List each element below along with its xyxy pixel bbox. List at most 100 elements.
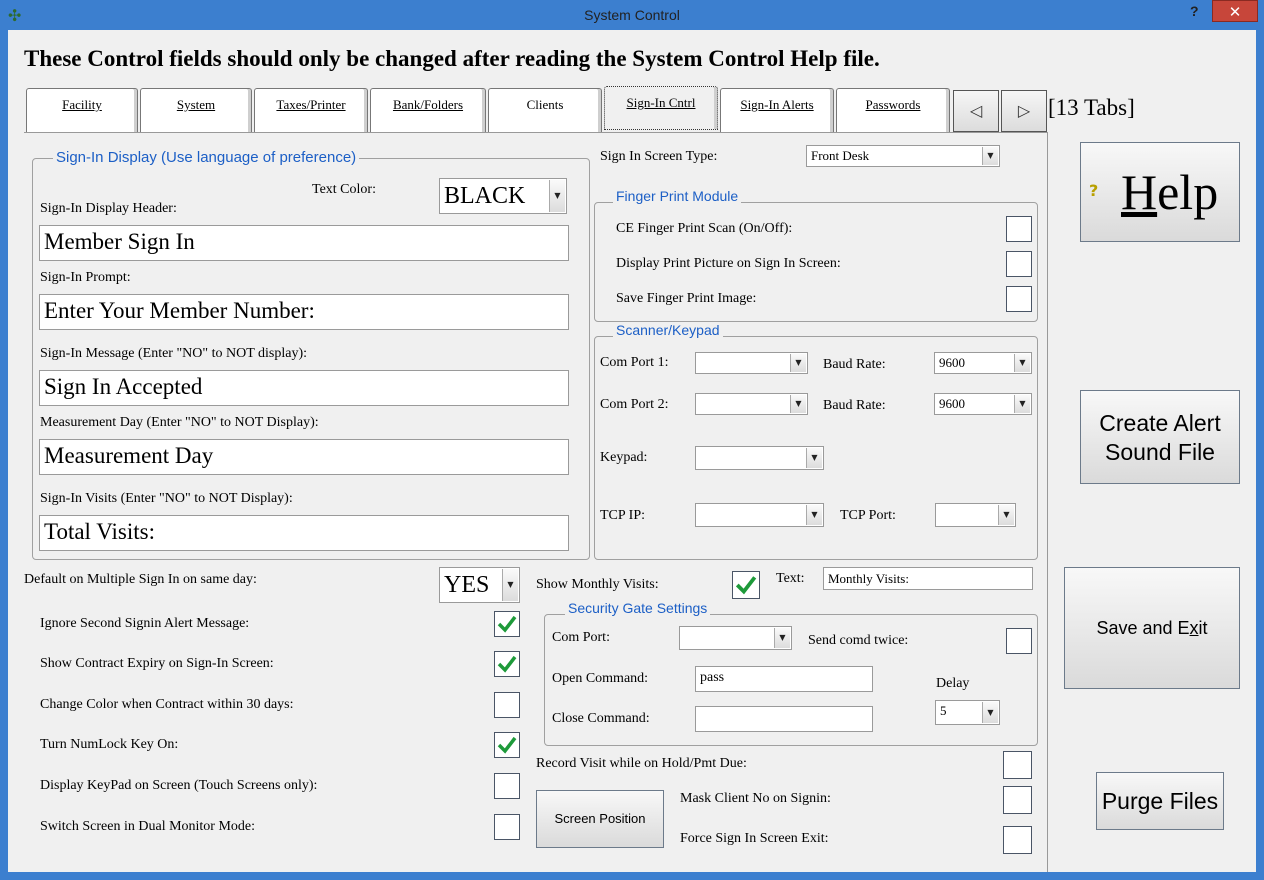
open-command-label: Open Command:: [552, 671, 649, 686]
com-port-2-select[interactable]: ▼: [695, 393, 808, 415]
text-color-select[interactable]: BLACK ▼: [439, 178, 567, 214]
delay-label: Delay: [936, 676, 970, 691]
option-ignore-alert-label: Ignore Second Signin Alert Message:: [40, 616, 250, 631]
window-title: System Control: [584, 7, 680, 23]
send-twice-checkbox[interactable]: [1006, 628, 1032, 654]
tab-system[interactable]: System: [140, 88, 252, 132]
tab-scroll-left-button[interactable]: ◁: [953, 90, 999, 132]
gate-com-port-select[interactable]: ▼: [679, 626, 792, 650]
visits-label: Sign-In Visits (Enter "NO" to NOT Displa…: [40, 491, 293, 506]
tabs-count: [13 Tabs]: [1048, 95, 1135, 120]
tab-taxes-printer[interactable]: Taxes/Printer: [254, 88, 368, 132]
message-input[interactable]: Sign In Accepted: [39, 370, 569, 406]
option-dual-monitor-checkbox[interactable]: [494, 814, 520, 840]
tab-passwords[interactable]: Passwords: [836, 88, 950, 132]
checkmark-icon: [497, 615, 517, 633]
purge-files-button[interactable]: Purge Files: [1096, 772, 1224, 830]
monthly-visits-checkbox[interactable]: [732, 571, 760, 599]
tab-label: Clients: [526, 97, 564, 112]
tcp-port-label: TCP Port:: [840, 508, 896, 523]
baud-rate-1-value: 9600: [939, 355, 965, 370]
chevron-down-icon[interactable]: ▼: [1014, 354, 1030, 372]
header-label: Sign-In Display Header:: [40, 201, 177, 216]
help-button[interactable]: ? Help: [1080, 142, 1240, 242]
tab-facility[interactable]: Facility: [26, 88, 138, 132]
multiple-sign-in-value: YES: [444, 572, 490, 598]
delay-value: 5: [940, 703, 947, 718]
keypad-label: Keypad:: [600, 450, 648, 465]
tab-label: Sign-In Cntrl: [626, 95, 696, 110]
option-keypad-screen-checkbox[interactable]: [494, 773, 520, 799]
chevron-down-icon[interactable]: ▼: [549, 180, 565, 212]
measurement-label: Measurement Day (Enter "NO" to NOT Displ…: [40, 415, 319, 430]
record-visit-checkbox[interactable]: [1003, 751, 1032, 779]
chevron-down-icon[interactable]: ▼: [790, 354, 806, 372]
chevron-down-icon[interactable]: ▼: [982, 147, 998, 165]
header-input[interactable]: Member Sign In: [39, 225, 569, 261]
monthly-text-input[interactable]: Monthly Visits:: [823, 567, 1033, 590]
screen-type-select[interactable]: Front Desk ▼: [806, 145, 1000, 167]
chevron-down-icon[interactable]: ▼: [774, 628, 790, 648]
help-question-mark-icon: ?: [1089, 181, 1099, 200]
help-button-label: Help: [1121, 164, 1219, 220]
tab-bank-folders[interactable]: Bank/Folders: [370, 88, 486, 132]
display-picture-checkbox[interactable]: [1006, 251, 1032, 277]
tab-label: Passwords: [865, 97, 921, 112]
multiple-sign-in-select[interactable]: YES ▼: [439, 567, 520, 603]
save-image-checkbox[interactable]: [1006, 286, 1032, 312]
tab-clients[interactable]: Clients: [488, 88, 602, 132]
checkmark-icon: [497, 736, 517, 754]
close-command-input[interactable]: [695, 706, 873, 732]
baud-rate-2-select[interactable]: 9600 ▼: [934, 393, 1032, 415]
gate-com-port-label: Com Port:: [552, 630, 610, 645]
delay-select[interactable]: 5 ▼: [935, 700, 1000, 725]
force-exit-checkbox[interactable]: [1003, 826, 1032, 854]
message-label: Sign-In Message (Enter "NO" to NOT displ…: [40, 346, 308, 361]
text-color-label: Text Color:: [312, 182, 376, 197]
tcp-port-select[interactable]: ▼: [935, 503, 1016, 527]
chevron-down-icon[interactable]: ▼: [790, 395, 806, 413]
visits-input[interactable]: Total Visits:: [39, 515, 569, 551]
com-port-1-select[interactable]: ▼: [695, 352, 808, 374]
monthly-visits-label: Show Monthly Visits:: [536, 577, 659, 592]
tab-sign-in-alerts[interactable]: Sign-In Alerts: [720, 88, 834, 132]
option-dual-monitor-label: Switch Screen in Dual Monitor Mode:: [40, 819, 256, 834]
prompt-label: Sign-In Prompt:: [40, 270, 131, 285]
ce-scan-checkbox[interactable]: [1006, 216, 1032, 242]
keypad-select[interactable]: ▼: [695, 446, 824, 470]
chevron-down-icon[interactable]: ▼: [806, 448, 822, 468]
create-alert-sound-button[interactable]: Create Alert Sound File: [1080, 390, 1240, 484]
baud-rate-2-label: Baud Rate:: [823, 398, 886, 413]
open-command-input[interactable]: pass: [695, 666, 873, 692]
option-contract-expiry-checkbox[interactable]: [494, 651, 520, 677]
chevron-down-icon[interactable]: ▼: [806, 505, 822, 525]
send-twice-label: Send comd twice:: [808, 633, 909, 648]
option-numlock-checkbox[interactable]: [494, 732, 520, 758]
sign-in-display-legend: Sign-In Display (Use language of prefere…: [53, 149, 360, 166]
close-button[interactable]: ✕: [1212, 0, 1258, 22]
display-picture-label: Display Print Picture on Sign In Screen:: [616, 256, 841, 271]
tab-sign-in-cntrl[interactable]: Sign-In Cntrl: [604, 86, 718, 130]
chevron-down-icon[interactable]: ▼: [502, 569, 518, 601]
tcp-ip-select[interactable]: ▼: [695, 503, 824, 527]
chevron-down-icon[interactable]: ▼: [982, 702, 998, 723]
tab-label: Bank/Folders: [392, 97, 464, 112]
option-change-color-checkbox[interactable]: [494, 692, 520, 718]
baud-rate-1-select[interactable]: 9600 ▼: [934, 352, 1032, 374]
help-question-icon[interactable]: ?: [1190, 3, 1199, 19]
screen-position-button[interactable]: Screen Position: [536, 790, 664, 848]
option-contract-expiry-label: Show Contract Expiry on Sign-In Screen:: [40, 656, 274, 671]
close-command-label: Close Command:: [552, 711, 650, 726]
measurement-input[interactable]: Measurement Day: [39, 439, 569, 475]
option-keypad-screen-label: Display KeyPad on Screen (Touch Screens …: [40, 778, 318, 793]
ce-scan-label: CE Finger Print Scan (On/Off):: [616, 221, 793, 236]
chevron-down-icon[interactable]: ▼: [1014, 395, 1030, 413]
option-ignore-alert-checkbox[interactable]: [494, 611, 520, 637]
tab-scroll-right-button[interactable]: ▷: [1001, 90, 1047, 132]
chevron-down-icon[interactable]: ▼: [998, 505, 1014, 525]
monthly-text-label: Text:: [776, 571, 805, 586]
mask-client-checkbox[interactable]: [1003, 786, 1032, 814]
save-exit-mnemonic: x: [1189, 618, 1199, 638]
save-and-exit-button[interactable]: Save and Exit: [1064, 567, 1240, 689]
prompt-input[interactable]: Enter Your Member Number:: [39, 294, 569, 330]
